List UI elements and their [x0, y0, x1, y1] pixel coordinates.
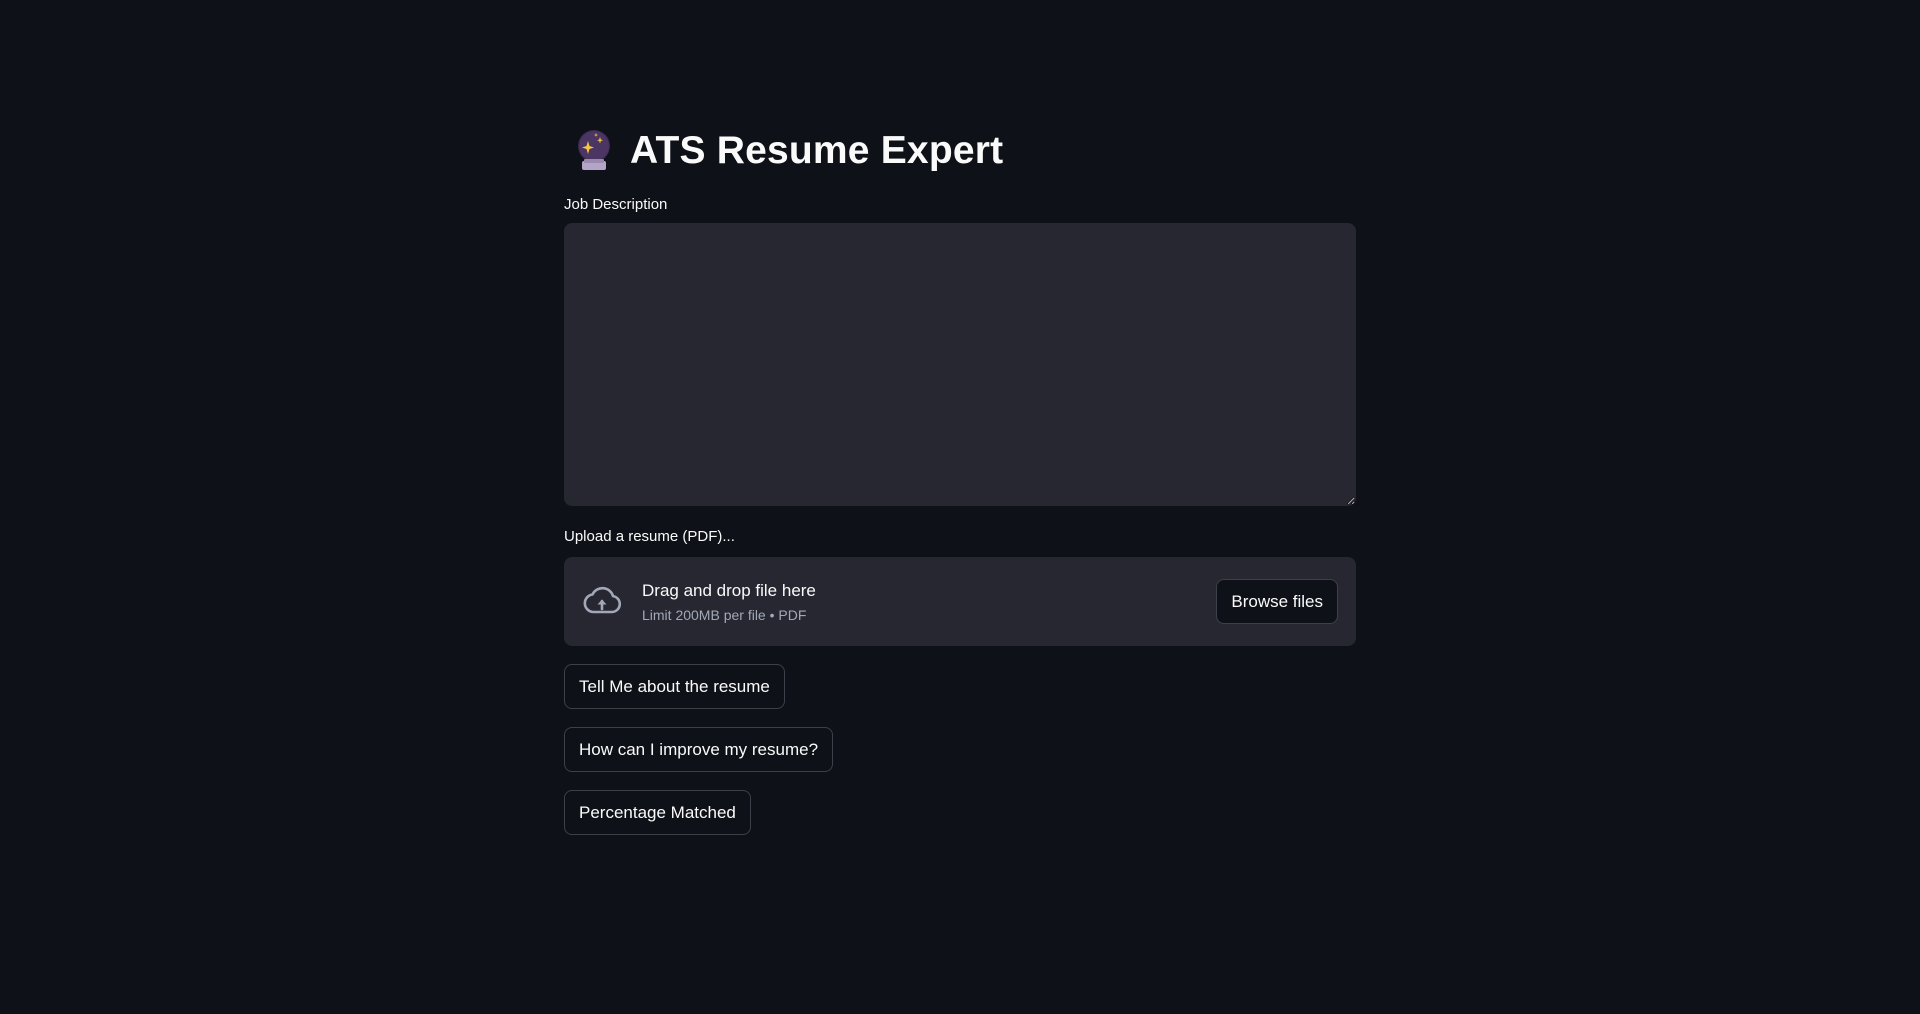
dropzone-text: Drag and drop file here Limit 200MB per … [642, 581, 1216, 623]
cloud-upload-icon [583, 586, 622, 613]
browse-files-button[interactable]: Browse files [1216, 579, 1338, 624]
tell-me-about-resume-button[interactable]: Tell Me about the resume [564, 664, 785, 709]
percentage-matched-button[interactable]: Percentage Matched [564, 790, 751, 835]
job-description-textarea[interactable] [564, 223, 1356, 506]
page-title: ATS Resume Expert [574, 124, 1003, 178]
file-dropzone[interactable]: Drag and drop file here Limit 200MB per … [564, 557, 1356, 646]
page-title-text: ATS Resume Expert [630, 129, 1004, 172]
crystal-ball-icon [578, 130, 610, 170]
upload-label: Upload a resume (PDF)... [564, 528, 735, 545]
dropzone-limit: Limit 200MB per file • PDF [642, 606, 807, 623]
dropzone-instruction: Drag and drop file here [642, 580, 816, 600]
improve-resume-button[interactable]: How can I improve my resume? [564, 727, 834, 772]
job-description-label: Job Description [564, 196, 668, 213]
